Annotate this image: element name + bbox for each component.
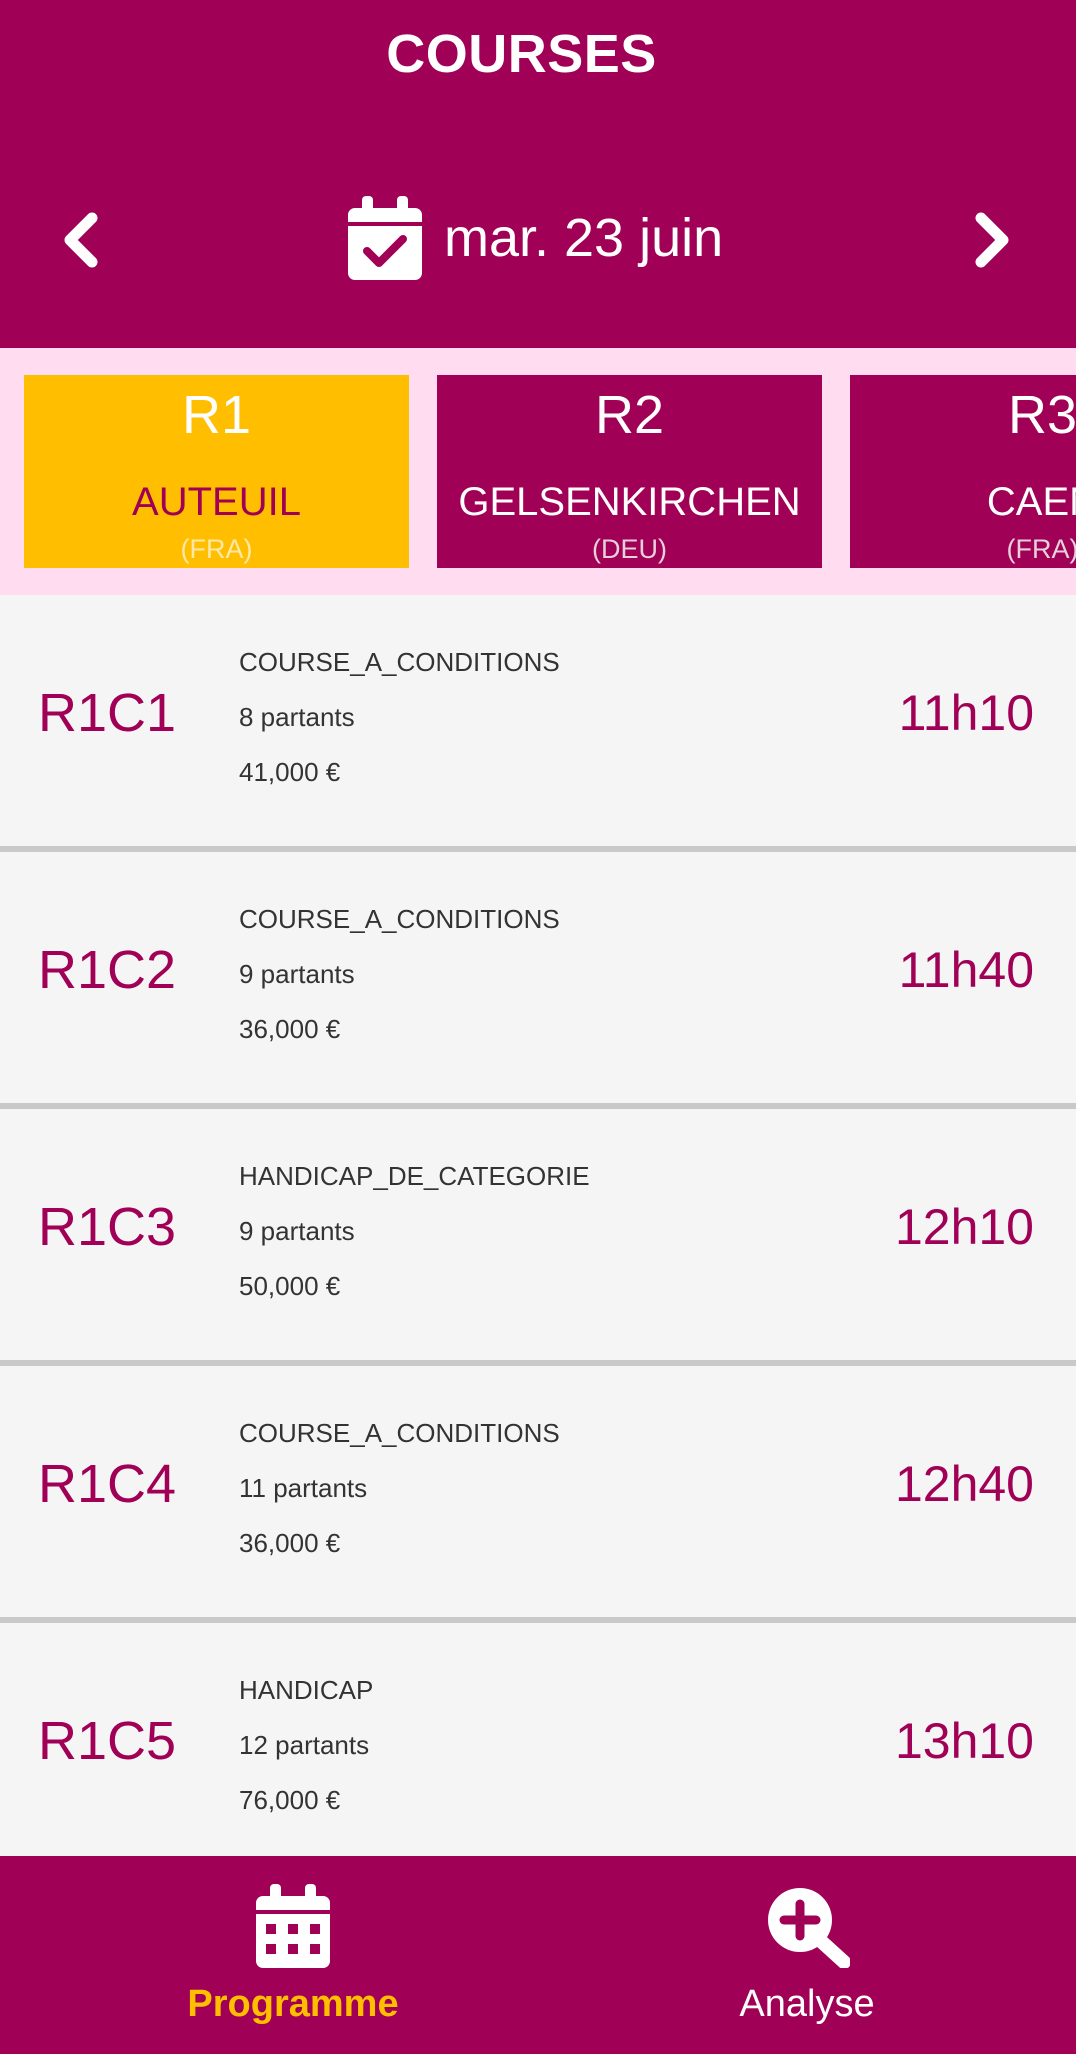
race-time: 11h10 <box>898 685 1034 741</box>
race-partants: 12 partants <box>239 1730 370 1760</box>
calendar-icon-wrapper <box>24 1884 562 1968</box>
search-plus-icon-wrapper <box>538 1884 1076 1968</box>
reunion-tab-r2[interactable]: R2 GELSENKIRCHEN (DEU) <box>437 375 822 568</box>
reunion-code: R2 <box>594 385 665 445</box>
reunion-name: AUTEUIL <box>132 480 301 524</box>
reunion-country: (FRA) <box>1006 534 1076 564</box>
tab-programme-label: Programme <box>187 1983 399 2025</box>
reunion-code: R3 <box>1007 385 1076 445</box>
race-time: 13h10 <box>894 1713 1034 1769</box>
reunion-name: CAEN <box>986 480 1076 524</box>
app-header: COURSES mar. 23 juin <box>0 0 1076 348</box>
reunion-country: (FRA) <box>180 534 253 564</box>
race-id: R1C2 <box>38 940 177 1000</box>
race-id: R1C3 <box>38 1197 177 1257</box>
reunion-tab-r1[interactable]: R1 AUTEUIL (FRA) <box>24 375 409 568</box>
race-details: HANDICAP 12 partants 76,000 € <box>239 1663 373 1828</box>
reunion-country: (DEU) <box>592 534 667 564</box>
race-partants: 8 partants <box>239 702 355 732</box>
search-plus-icon <box>768 1888 850 1968</box>
next-day-button[interactable] <box>953 200 1033 280</box>
race-type: COURSE_A_CONDITIONS <box>239 1418 560 1448</box>
tab-analyse-label: Analyse <box>739 1983 875 2025</box>
race-prize: 41,000 € <box>239 757 341 787</box>
race-prize: 36,000 € <box>239 1014 341 1044</box>
race-list: R1C1 COURSE_A_CONDITIONS 8 partants 41,0… <box>0 595 1076 1880</box>
race-row-r1c1[interactable]: R1C1 COURSE_A_CONDITIONS 8 partants 41,0… <box>0 595 1076 852</box>
tab-programme[interactable]: Programme <box>24 1856 562 2054</box>
race-row-r1c2[interactable]: R1C2 COURSE_A_CONDITIONS 9 partants 36,0… <box>0 852 1076 1109</box>
race-prize: 50,000 € <box>239 1271 341 1301</box>
race-type: HANDICAP_DE_CATEGORIE <box>239 1161 590 1191</box>
current-date: mar. 23 juin <box>444 208 724 268</box>
race-prize: 36,000 € <box>239 1528 341 1558</box>
race-time: 11h40 <box>898 942 1034 998</box>
bottom-navigation: Programme Analyse <box>0 1856 1076 2054</box>
chevron-right-icon <box>975 212 1009 268</box>
race-details: COURSE_A_CONDITIONS 8 partants 41,000 € <box>239 635 560 800</box>
race-row-r1c4[interactable]: R1C4 COURSE_A_CONDITIONS 11 partants 36,… <box>0 1366 1076 1623</box>
race-details: COURSE_A_CONDITIONS 11 partants 36,000 € <box>239 1406 560 1571</box>
race-id: R1C4 <box>38 1454 177 1514</box>
race-prize: 76,000 € <box>239 1785 341 1815</box>
race-partants: 9 partants <box>239 1216 355 1246</box>
reunion-tabs[interactable]: R1 AUTEUIL (FRA) R2 GELSENKIRCHEN (DEU) … <box>0 348 1076 595</box>
race-partants: 9 partants <box>239 959 355 989</box>
tab-analyse[interactable]: Analyse <box>538 1856 1076 2054</box>
race-row-r1c5[interactable]: R1C5 HANDICAP 12 partants 76,000 € 13h10 <box>0 1623 1076 1880</box>
calendar-icon <box>256 1884 330 1968</box>
reunion-code: R1 <box>181 385 252 445</box>
race-id: R1C1 <box>38 683 177 743</box>
previous-day-button[interactable] <box>40 200 120 280</box>
page-title: COURSES <box>386 24 657 84</box>
race-row-r1c3[interactable]: R1C3 HANDICAP_DE_CATEGORIE 9 partants 50… <box>0 1109 1076 1366</box>
chevron-left-icon <box>64 212 98 268</box>
race-time: 12h40 <box>894 1456 1034 1512</box>
reunion-name: GELSENKIRCHEN <box>458 480 801 524</box>
reunion-tab-r3[interactable]: R3 CAEN (FRA) <box>850 375 1076 568</box>
race-type: COURSE_A_CONDITIONS <box>239 647 560 677</box>
race-type: COURSE_A_CONDITIONS <box>239 904 560 934</box>
race-id: R1C5 <box>38 1711 177 1771</box>
race-partants: 11 partants <box>239 1473 368 1503</box>
race-type: HANDICAP <box>239 1675 374 1705</box>
race-details: COURSE_A_CONDITIONS 9 partants 36,000 € <box>239 892 560 1057</box>
race-details: HANDICAP_DE_CATEGORIE 9 partants 50,000 … <box>239 1149 590 1314</box>
date-selector[interactable]: mar. 23 juin <box>348 196 723 280</box>
calendar-check-icon <box>348 196 422 280</box>
race-time: 12h10 <box>894 1199 1034 1255</box>
